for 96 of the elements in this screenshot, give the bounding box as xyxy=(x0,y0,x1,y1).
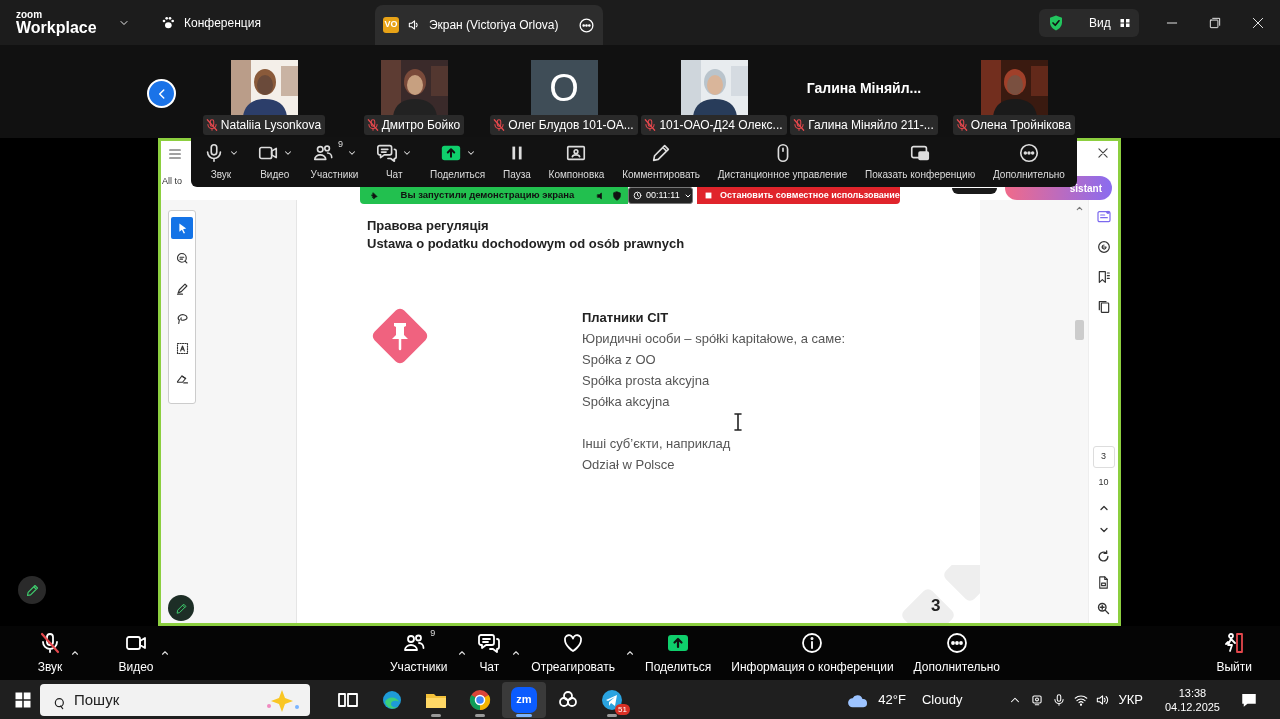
more-icon xyxy=(1017,142,1040,164)
meeting-label: Конференция xyxy=(184,14,261,32)
list-title: Платники CIT xyxy=(582,309,670,327)
paw-icon xyxy=(160,14,176,31)
grid-icon xyxy=(1118,16,1131,29)
temperature-text: 42°F xyxy=(878,690,906,709)
toolbar-button[interactable]: Поделиться xyxy=(645,630,712,676)
toolbar-button[interactable]: Видео xyxy=(112,630,160,676)
document-heading: Правова регуляція xyxy=(367,217,490,235)
participant-name: Галина Міняйл... xyxy=(806,78,922,98)
timer-button[interactable]: 00:11:11 xyxy=(628,187,693,204)
stop-sharing-button[interactable]: Остановить совместное использование xyxy=(697,187,900,204)
participant-name: Олена Тройнікова xyxy=(970,117,1072,134)
list-item: Odział w Polsce xyxy=(582,456,676,474)
stop-icon xyxy=(705,192,712,199)
restore-icon[interactable] xyxy=(1208,15,1222,30)
toolbar-button[interactable]: Видео xyxy=(256,142,293,182)
more-icon xyxy=(944,630,969,655)
chat-icon xyxy=(376,142,399,164)
view-button[interactable]: Вид xyxy=(1039,8,1139,37)
screen-tab[interactable]: VO Экран (Victoriya Orlova) xyxy=(374,5,603,45)
scroll-up-icon[interactable] xyxy=(1074,204,1084,213)
avatar-badge: VO xyxy=(382,17,399,33)
annotate-button[interactable] xyxy=(18,576,46,604)
document-heading: Ustawa o podatku dochodowym od osób prawnych xyxy=(367,235,686,253)
avatar: O xyxy=(530,60,598,116)
clock[interactable]: 13:38 04.12.2025 xyxy=(1164,685,1220,714)
zoom-app-icon: zm xyxy=(511,686,537,713)
toolbar-button[interactable]: Чат xyxy=(477,630,502,676)
pencil-icon xyxy=(174,601,188,615)
document-icon xyxy=(1096,574,1111,590)
toolbar-button[interactable]: Комментировать xyxy=(622,142,701,182)
speaker-icon xyxy=(406,18,421,32)
volume-icon[interactable] xyxy=(1094,692,1111,707)
shield-icon xyxy=(612,190,622,201)
chrome-icon xyxy=(468,687,492,712)
toolbar-button[interactable]: Звук xyxy=(30,630,70,676)
toolbar-button[interactable]: Отреагировать xyxy=(531,630,615,676)
close-icon[interactable] xyxy=(1096,146,1110,160)
list-item: Spółka z OO xyxy=(582,351,657,369)
pencil-icon xyxy=(24,582,40,598)
list-item: Інші суб’єкти, наприклад xyxy=(582,435,732,453)
participant-name: Галина Міняйло 211-... xyxy=(808,117,934,134)
wifi-icon[interactable] xyxy=(1074,692,1089,707)
ai-icon xyxy=(1095,209,1112,225)
taskbar-app[interactable]: zm xyxy=(502,681,546,718)
clock-icon xyxy=(633,191,642,200)
notification-badge: 51 xyxy=(615,703,630,715)
comment-icon xyxy=(1095,239,1112,255)
header-button[interactable] xyxy=(952,188,997,194)
page-field[interactable]: 3 xyxy=(1092,445,1115,468)
menu-icon[interactable] xyxy=(167,146,183,162)
toolbar-button[interactable]: Чат xyxy=(376,142,413,182)
windows-icon[interactable] xyxy=(14,690,32,709)
toolbar-button[interactable]: Звук xyxy=(203,142,239,182)
microphone-icon[interactable] xyxy=(1052,692,1067,707)
more-icon[interactable] xyxy=(577,16,595,34)
search-field[interactable]: Пошук xyxy=(40,683,310,716)
rotate-icon xyxy=(1096,548,1111,564)
toolbar-button[interactable]: Дополнительно xyxy=(913,630,1000,676)
shield-icon xyxy=(1047,13,1065,32)
participant-name: 101-ОАО-Д24 Олекс... xyxy=(659,117,783,134)
logo-text: zoom xyxy=(16,9,44,20)
scrollbar-thumb[interactable] xyxy=(1074,320,1084,340)
page-number: 3 xyxy=(931,595,941,617)
text-cursor-icon xyxy=(733,413,743,431)
participant-name: Дмитро Бойко xyxy=(381,117,461,134)
list-item: Юридичні особи – spółki kapitałowe, a саме: xyxy=(582,330,846,348)
list-item: Spółka prosta akcyjna xyxy=(582,372,711,390)
zoom-in-icon xyxy=(1096,600,1111,616)
toolbar-button[interactable]: Пауза xyxy=(503,142,531,182)
language-indicator[interactable]: УКР xyxy=(1118,689,1143,710)
page-total: 10 xyxy=(1098,475,1109,489)
toolbar-button[interactable]: Поделиться xyxy=(429,142,486,182)
info-icon xyxy=(800,630,825,655)
list-item: Spółka akcyjna xyxy=(582,393,671,411)
toolbar-button[interactable]: Компоновка xyxy=(548,142,605,182)
back-button[interactable] xyxy=(147,79,176,108)
toolbar-button[interactable]: Дистанционное управление xyxy=(717,142,848,182)
toolbar-button[interactable]: Информация о конференции xyxy=(731,630,894,676)
header-text: All to xyxy=(162,175,182,188)
participant-name: Олег Блудов 101-ОА... xyxy=(508,117,634,134)
text-select-icon xyxy=(174,340,190,356)
comment-icon xyxy=(174,250,190,266)
annotate-button[interactable] xyxy=(168,595,194,621)
banner-message: Вы запустили демонстрацию экрана xyxy=(399,188,576,203)
taskbar-app[interactable]: 51 xyxy=(590,681,634,718)
close-icon[interactable] xyxy=(1251,15,1265,30)
pin-icon xyxy=(370,191,379,200)
tab-title: Экран (Victoriya Orlova) xyxy=(428,17,560,34)
logo-text: Workplace xyxy=(16,19,98,36)
toolbar-button[interactable]: Показать конференцию xyxy=(865,142,976,182)
weather-text: Cloudy xyxy=(921,690,963,709)
leave-button[interactable]: Выйти xyxy=(1216,630,1252,676)
participant-name: Nataliia Lysonkova xyxy=(220,117,322,134)
camera-icon[interactable] xyxy=(1030,692,1045,707)
